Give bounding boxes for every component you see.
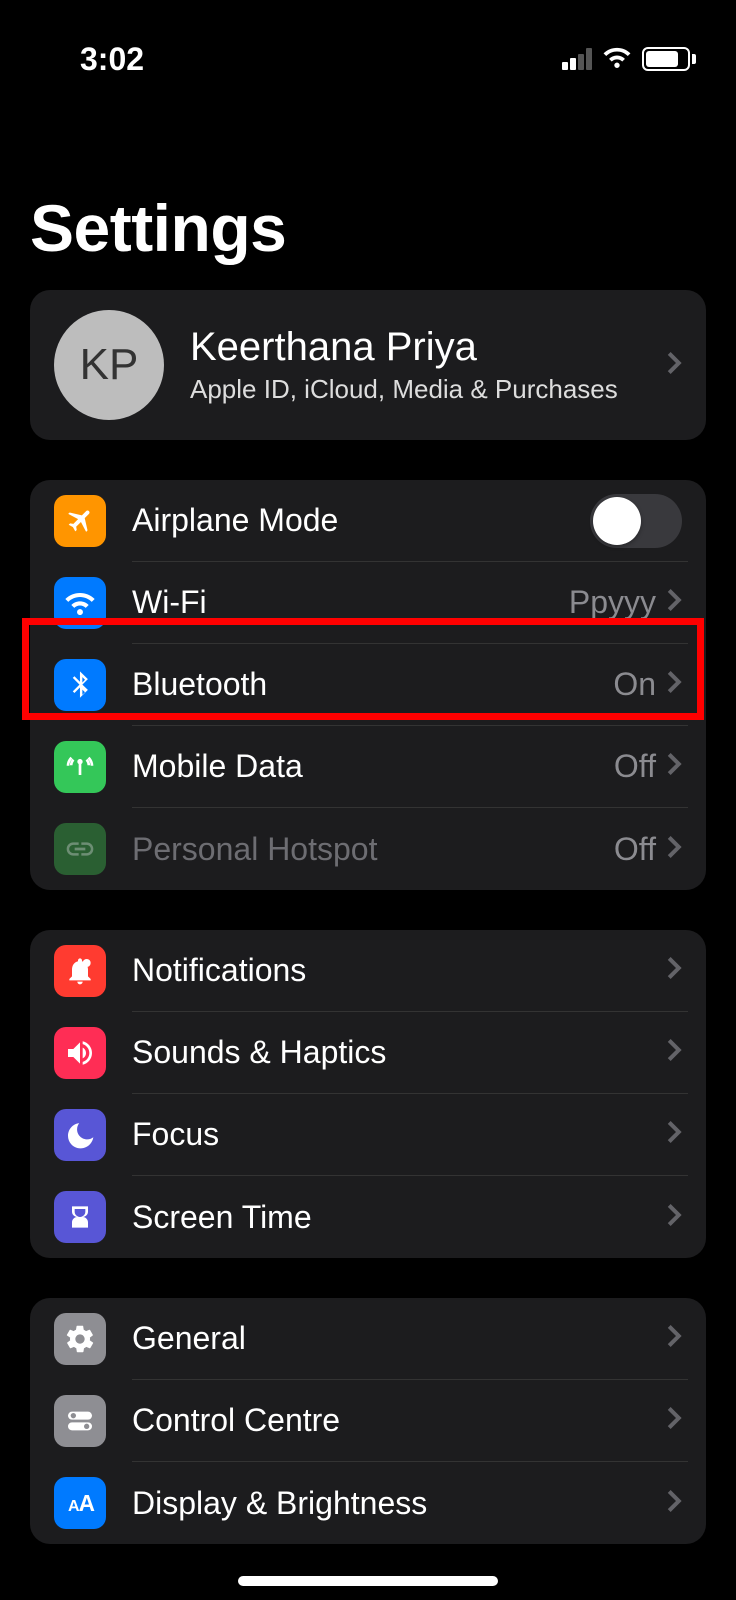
focus-label: Focus [132, 1116, 666, 1153]
status-icons [562, 46, 696, 73]
wifi-label: Wi-Fi [132, 584, 569, 621]
wifi-status-icon [602, 46, 632, 73]
chevron-right-icon [666, 955, 682, 986]
screen-time-row[interactable]: Screen Time [30, 1176, 706, 1258]
notifications-group: Notifications Sounds & Haptics Focus Scr… [30, 930, 706, 1258]
screen-time-label: Screen Time [132, 1199, 666, 1236]
status-bar: 3:02 [0, 0, 736, 90]
chevron-right-icon [666, 669, 682, 700]
svg-text:A: A [79, 1490, 95, 1516]
mobile-data-row[interactable]: Mobile Data Off [30, 726, 706, 808]
chevron-right-icon [666, 1202, 682, 1233]
sounds-row[interactable]: Sounds & Haptics [30, 1012, 706, 1094]
chevron-right-icon [666, 1037, 682, 1068]
airplane-icon [54, 495, 106, 547]
wifi-icon [54, 577, 106, 629]
chevron-right-icon [666, 834, 682, 865]
moon-icon [54, 1109, 106, 1161]
general-group: General Control Centre AA Display & Brig… [30, 1298, 706, 1544]
mobile-data-label: Mobile Data [132, 748, 614, 785]
airplane-label: Airplane Mode [132, 502, 590, 539]
sounds-label: Sounds & Haptics [132, 1034, 666, 1071]
antenna-icon [54, 741, 106, 793]
home-indicator[interactable] [238, 1576, 498, 1586]
chevron-right-icon [666, 1405, 682, 1436]
bluetooth-row[interactable]: Bluetooth On [30, 644, 706, 726]
chevron-right-icon [666, 1488, 682, 1519]
bluetooth-icon [54, 659, 106, 711]
chevron-right-icon [666, 1323, 682, 1354]
battery-icon [642, 47, 696, 71]
bell-icon [54, 945, 106, 997]
focus-row[interactable]: Focus [30, 1094, 706, 1176]
cellular-signal-icon [562, 48, 592, 70]
connectivity-group: Airplane Mode Wi-Fi Ppyyy Bluetooth On M… [30, 480, 706, 890]
general-label: General [132, 1320, 666, 1357]
wifi-row[interactable]: Wi-Fi Ppyyy [30, 562, 706, 644]
chevron-right-icon [666, 751, 682, 782]
hotspot-value: Off [614, 831, 656, 868]
gear-icon [54, 1313, 106, 1365]
chevron-right-icon [666, 587, 682, 618]
text-size-icon: AA [54, 1477, 106, 1529]
avatar: KP [54, 310, 164, 420]
hotspot-label: Personal Hotspot [132, 831, 614, 868]
chevron-right-icon [666, 1119, 682, 1150]
wifi-value: Ppyyy [569, 584, 656, 621]
link-icon [54, 823, 106, 875]
status-time: 3:02 [80, 41, 144, 78]
speaker-icon [54, 1027, 106, 1079]
mobile-data-value: Off [614, 748, 656, 785]
control-centre-row[interactable]: Control Centre [30, 1380, 706, 1462]
profile-row[interactable]: KP Keerthana Priya Apple ID, iCloud, Med… [30, 290, 706, 440]
profile-name: Keerthana Priya [190, 325, 666, 370]
notifications-label: Notifications [132, 952, 666, 989]
control-centre-label: Control Centre [132, 1402, 666, 1439]
chevron-right-icon [666, 350, 682, 381]
airplane-toggle[interactable] [590, 494, 682, 548]
hotspot-row[interactable]: Personal Hotspot Off [30, 808, 706, 890]
general-row[interactable]: General [30, 1298, 706, 1380]
airplane-mode-row[interactable]: Airplane Mode [30, 480, 706, 562]
display-label: Display & Brightness [132, 1485, 666, 1522]
switches-icon [54, 1395, 106, 1447]
profile-subtitle: Apple ID, iCloud, Media & Purchases [190, 374, 666, 405]
display-brightness-row[interactable]: AA Display & Brightness [30, 1462, 706, 1544]
bluetooth-label: Bluetooth [132, 666, 613, 703]
notifications-row[interactable]: Notifications [30, 930, 706, 1012]
profile-group: KP Keerthana Priya Apple ID, iCloud, Med… [30, 290, 706, 440]
bluetooth-value: On [613, 666, 656, 703]
hourglass-icon [54, 1191, 106, 1243]
page-title: Settings [0, 90, 736, 290]
